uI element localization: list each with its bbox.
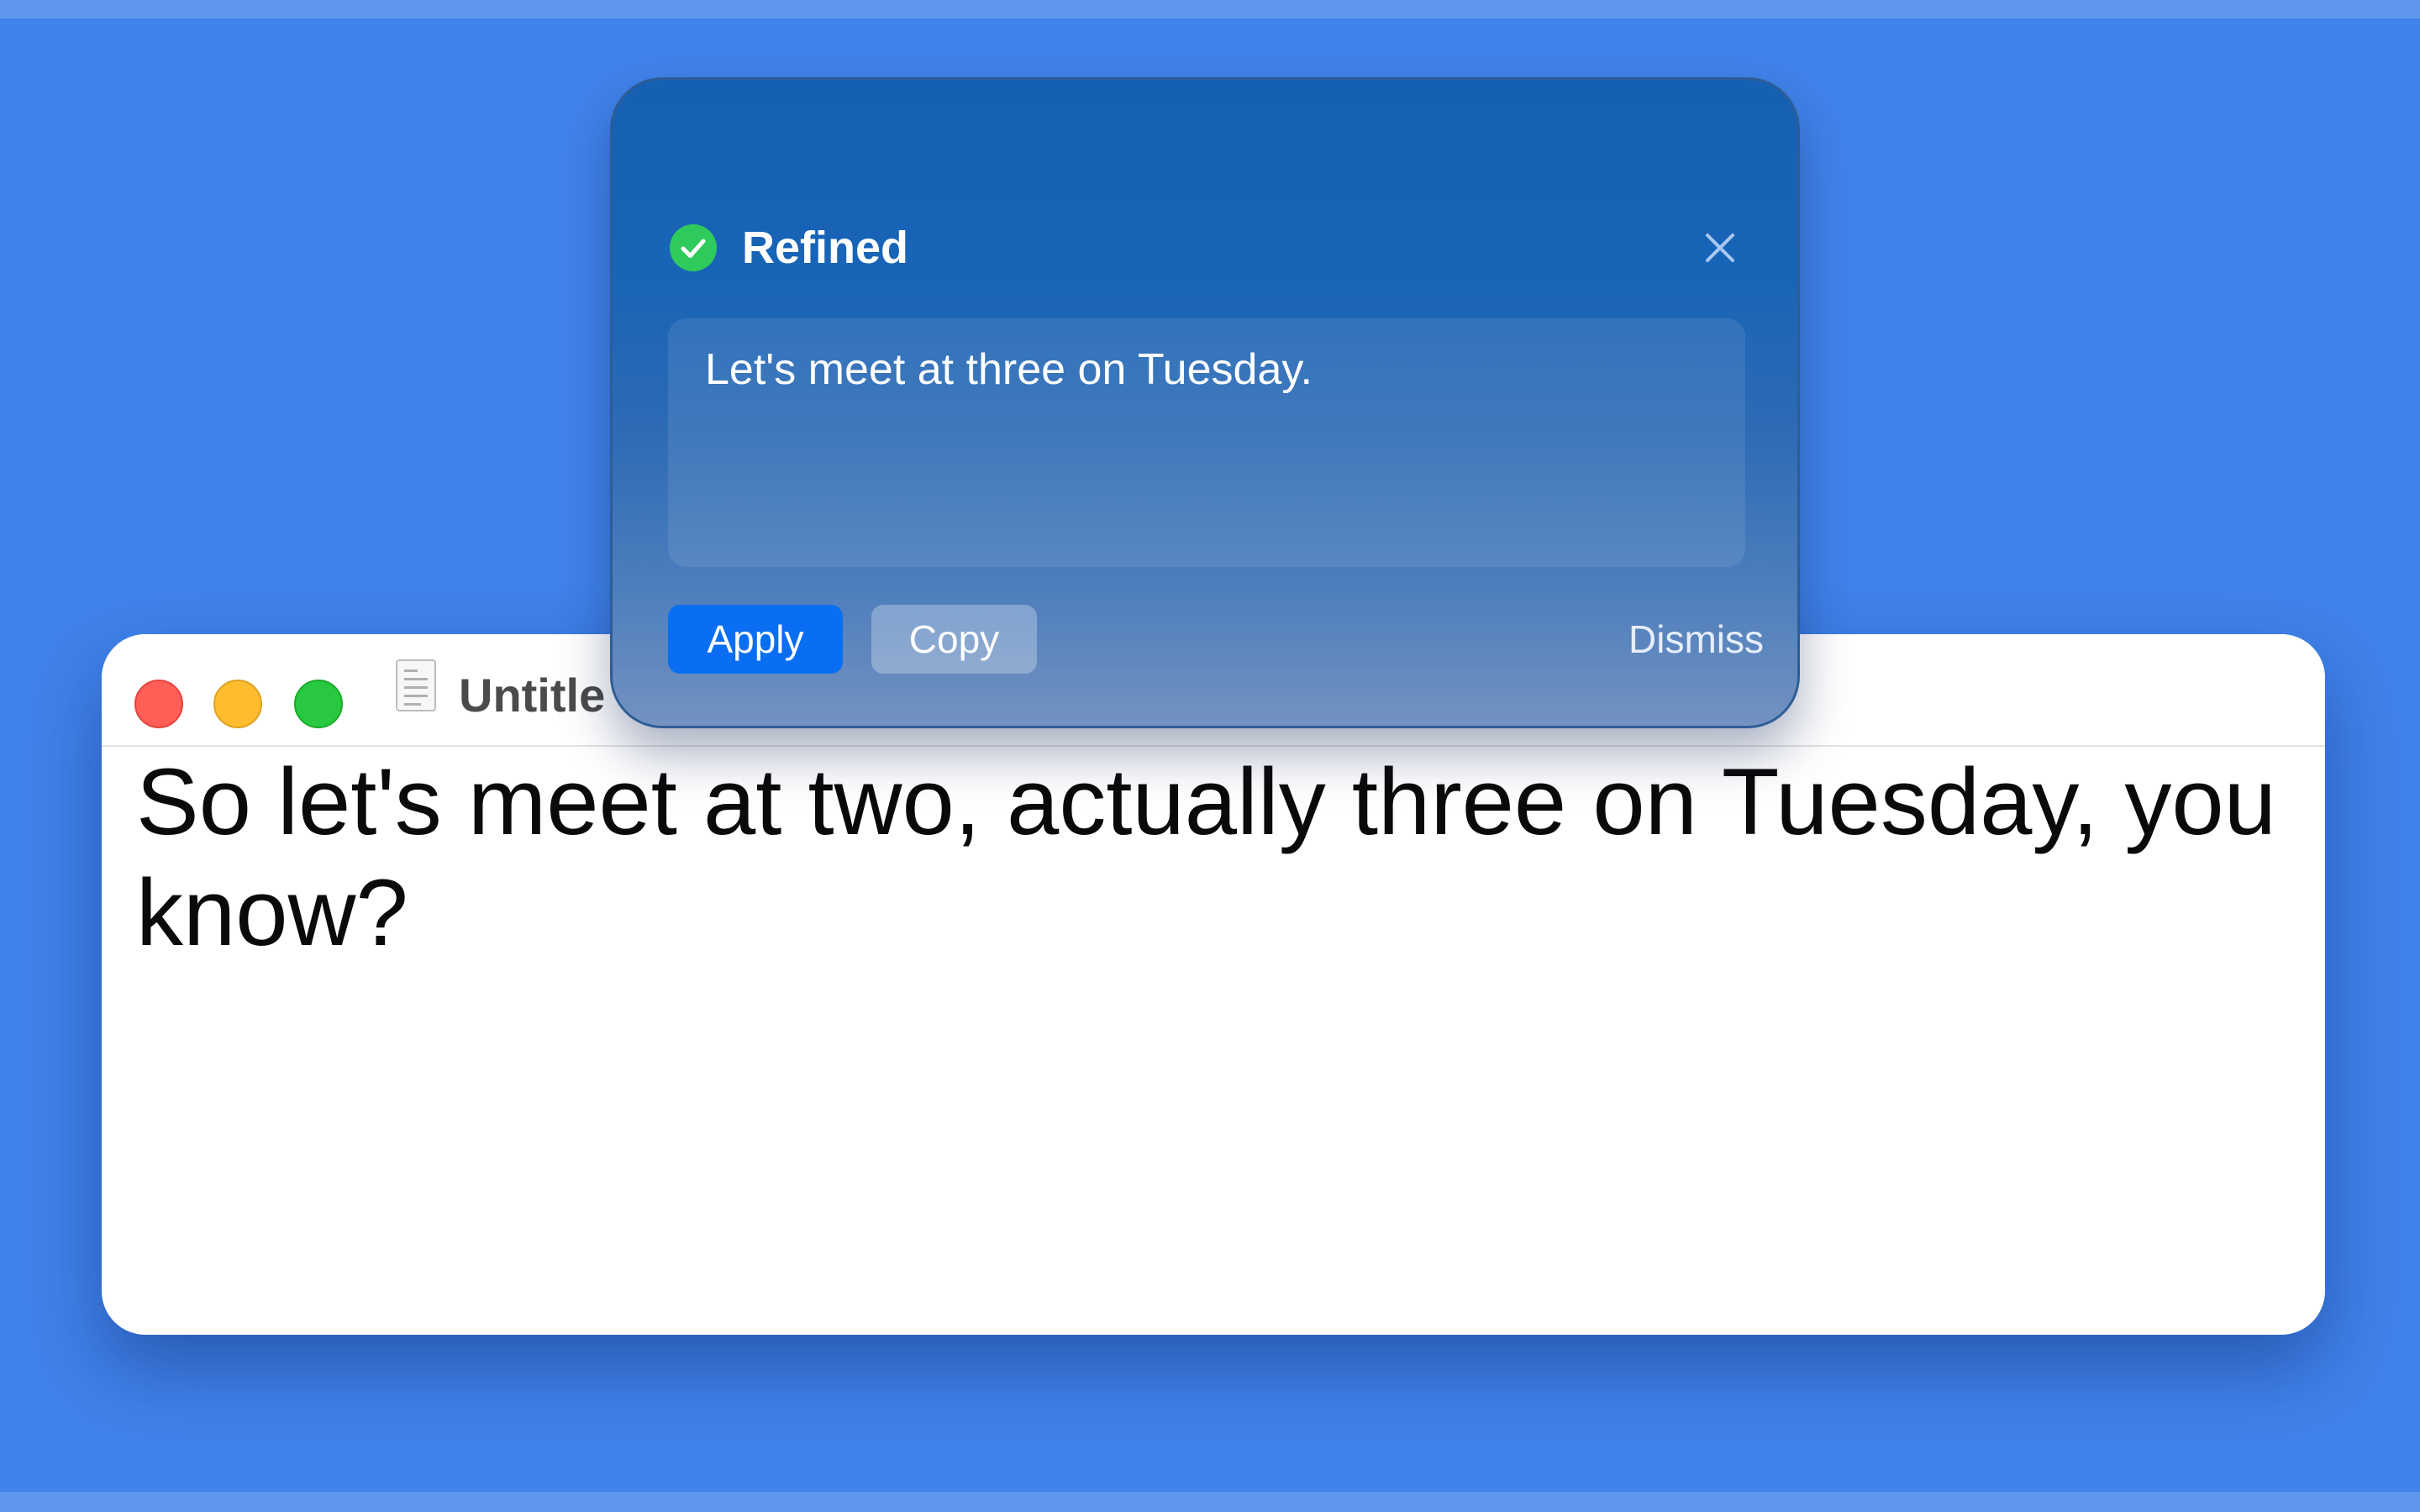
refined-text: Let's meet at three on Tuesday. (705, 345, 1313, 394)
refined-text-box[interactable]: Let's meet at three on Tuesday. (668, 318, 1745, 567)
desktop-bottom-edge (0, 1492, 2420, 1512)
document-body[interactable]: So let's meet at two, actually three on … (102, 747, 2325, 1335)
document-icon (396, 659, 436, 711)
window-zoom-button[interactable] (294, 680, 343, 728)
refined-popup: Refined Let's meet at three on Tuesday. … (610, 77, 1800, 728)
desktop-top-edge (0, 0, 2420, 18)
popup-header: Refined (670, 223, 1745, 273)
close-icon[interactable] (1703, 231, 1737, 265)
checkmark-circle-icon (670, 224, 717, 271)
apply-button[interactable]: Apply (668, 605, 843, 674)
window-close-button[interactable] (134, 680, 183, 728)
window-title: Untitle (459, 669, 606, 722)
copy-button[interactable]: Copy (871, 605, 1037, 674)
dismiss-button[interactable]: Dismiss (1604, 605, 1764, 674)
text-editor-window[interactable]: Untitle So let's meet at two, actually t… (102, 634, 2325, 1335)
document-text[interactable]: So let's meet at two, actually three on … (136, 747, 2312, 969)
popup-title: Refined (742, 223, 909, 273)
window-minimize-button[interactable] (213, 680, 262, 728)
